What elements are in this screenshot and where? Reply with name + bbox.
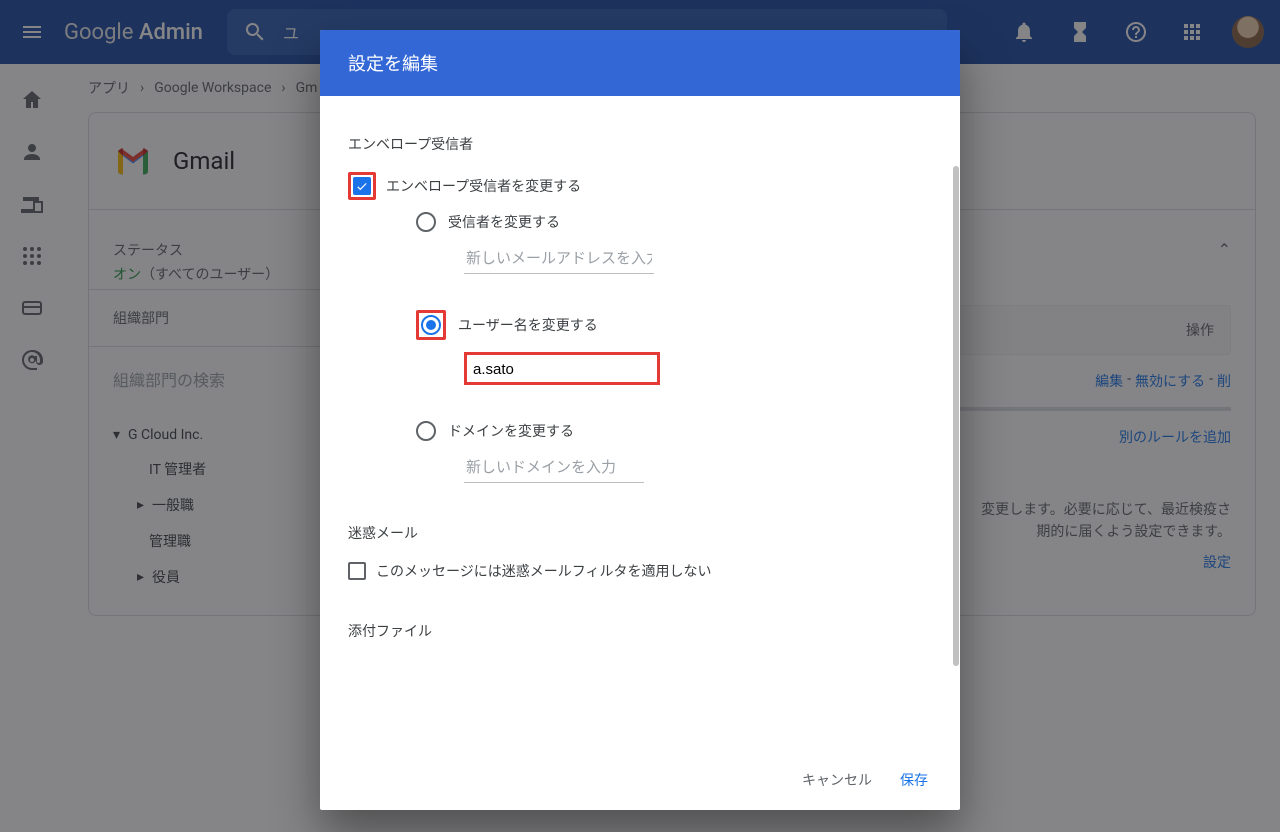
dialog-footer: キャンセル 保存 — [320, 750, 960, 810]
section-envelope-recipient: エンベロープ受信者 — [348, 134, 928, 154]
radio-change-username[interactable] — [421, 315, 441, 335]
radio-label: ユーザー名を変更する — [458, 315, 598, 335]
username-input[interactable] — [473, 361, 651, 378]
highlight-box — [416, 310, 446, 340]
checkbox-label: エンベロープ受信者を変更する — [386, 176, 581, 196]
highlight-box — [464, 352, 660, 385]
dialog-title: 設定を編集 — [320, 30, 960, 96]
cancel-button[interactable]: キャンセル — [802, 770, 872, 790]
section-attachment: 添付ファイル — [348, 621, 928, 641]
new-email-input[interactable] — [464, 244, 654, 274]
checkbox-skip-spam[interactable] — [348, 562, 366, 580]
dialog-scrollbar[interactable] — [952, 96, 960, 750]
radio-change-recipient[interactable] — [416, 212, 436, 232]
radio-label: ドメインを変更する — [448, 421, 574, 441]
save-button[interactable]: 保存 — [900, 770, 928, 790]
settings-dialog: 設定を編集 エンベロープ受信者 エンベロープ受信者を変更する 受信者を変更する … — [320, 30, 960, 810]
section-spam: 迷惑メール — [348, 523, 928, 543]
radio-change-domain[interactable] — [416, 421, 436, 441]
radio-label: 受信者を変更する — [448, 212, 560, 232]
checkbox-change-envelope[interactable] — [353, 177, 371, 195]
highlight-box — [348, 172, 376, 200]
new-domain-input[interactable] — [464, 453, 644, 483]
checkbox-label: このメッセージには迷惑メールフィルタを適用しない — [376, 561, 711, 581]
